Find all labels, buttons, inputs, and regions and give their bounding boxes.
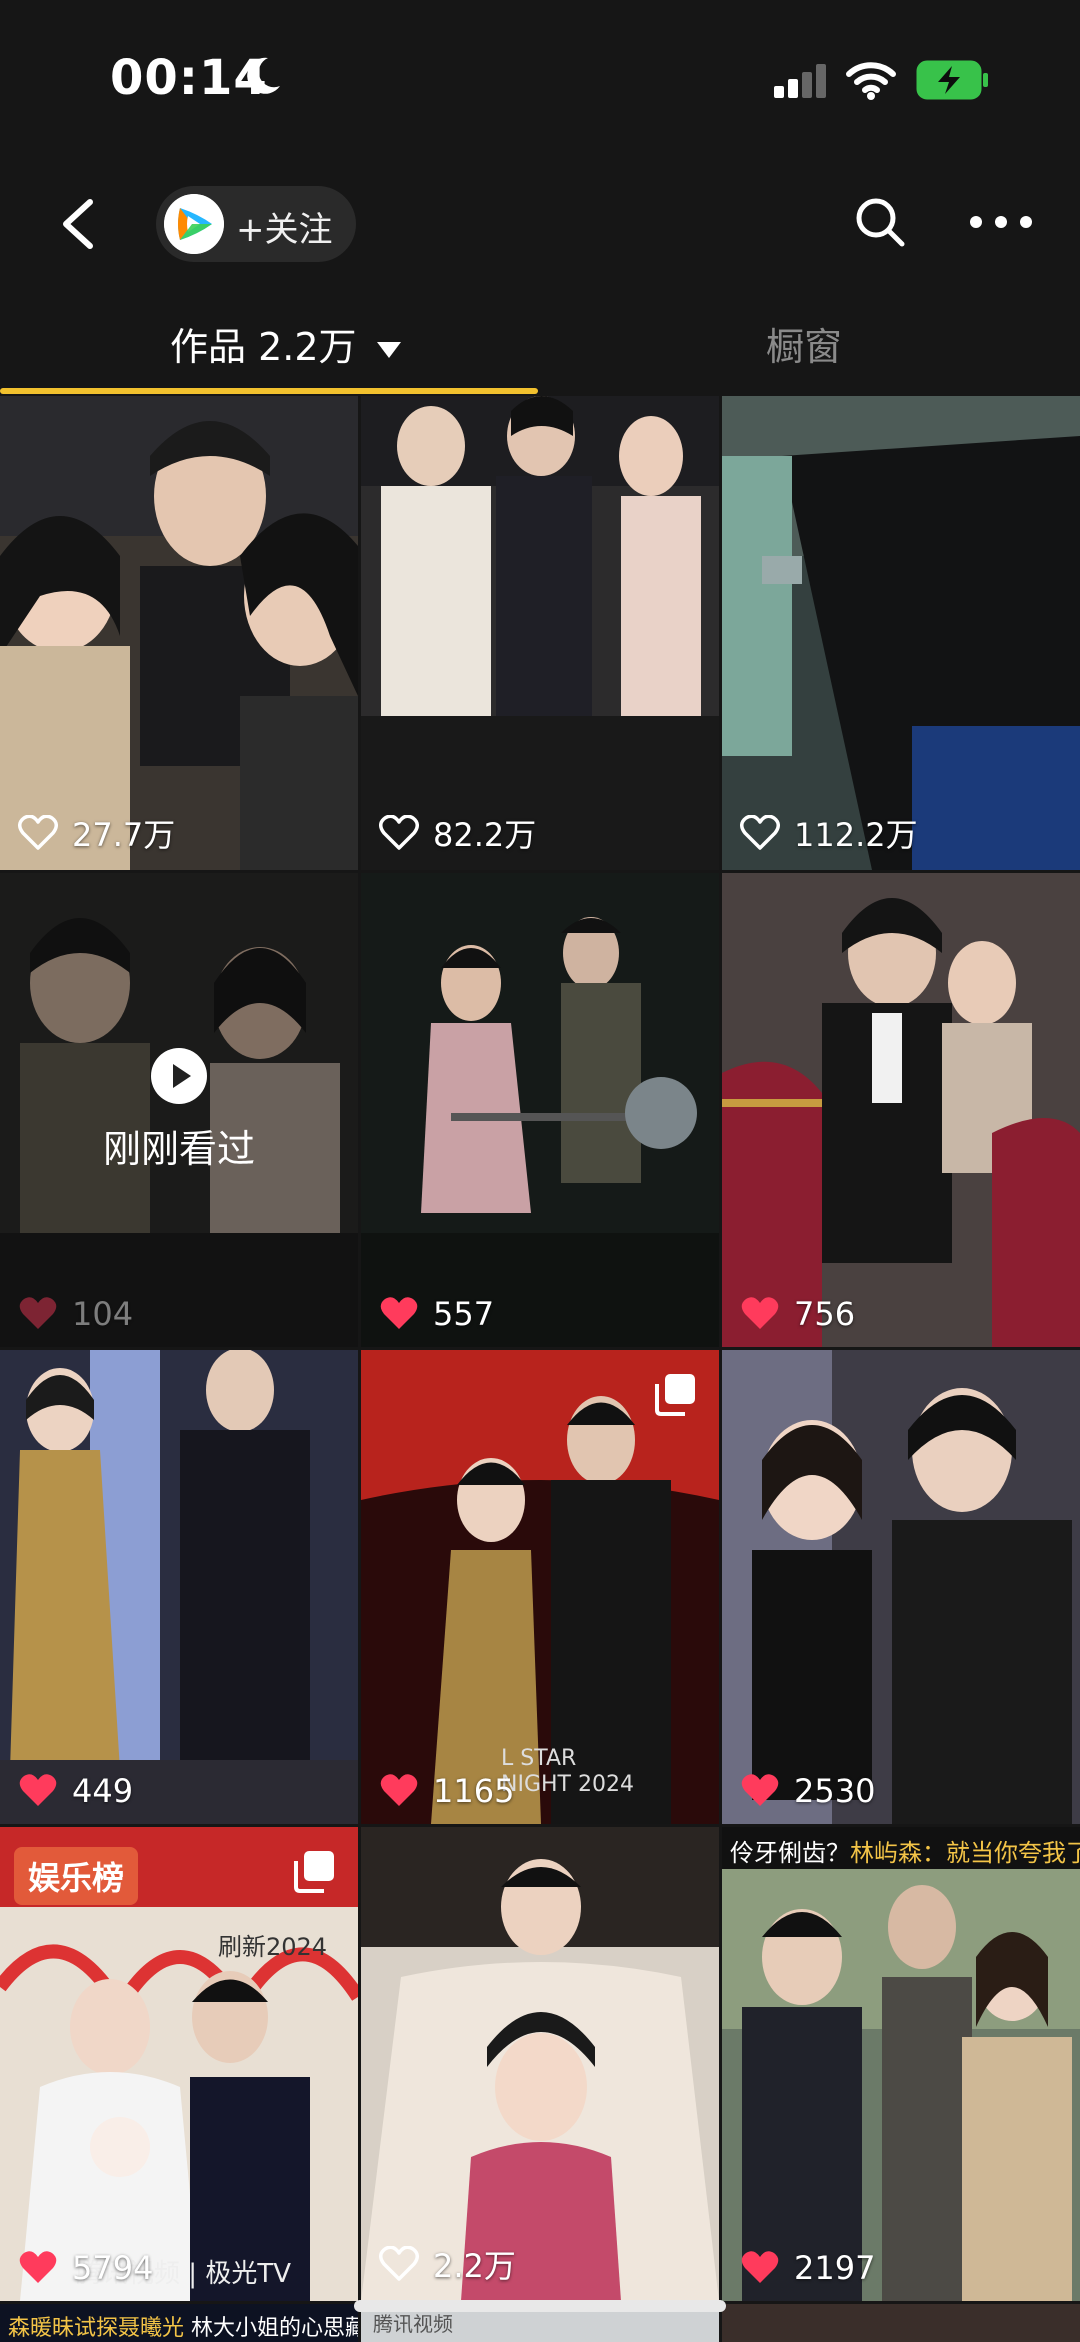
video-thumbnail-image: [722, 1350, 1080, 1824]
video-thumbnail[interactable]: [722, 2304, 1080, 2342]
video-thumbnail-image: [722, 2304, 1080, 2342]
like-count-text: 1165: [433, 1772, 515, 1810]
recently-watched-label: 刚刚看过: [102, 1127, 255, 1171]
like-count: 82.2万: [379, 810, 536, 856]
tab-shop-window[interactable]: 橱窗: [766, 316, 842, 371]
recently-watched-overlay: 刚刚看过: [0, 1048, 358, 1173]
heart-outline-icon: [379, 815, 419, 850]
like-count-text: 104: [72, 1295, 134, 1333]
heart-filled-icon: [380, 1297, 418, 1329]
like-count: 1165: [379, 1772, 514, 1810]
entertainment-chart-badge: 娱乐榜: [14, 1847, 139, 1905]
like-count: 27.7万: [18, 810, 175, 856]
video-thumbnail[interactable]: 刚刚看过 104: [0, 873, 358, 1347]
video-thumbnail-image: [361, 396, 719, 870]
dropdown-caret-icon[interactable]: [376, 341, 401, 358]
like-count-text: 5794: [72, 2249, 154, 2287]
video-title-banner: 伶牙俐齿？林屿森：就当你夸我了~: [722, 1827, 1080, 1869]
like-count: 112.2万: [740, 810, 918, 856]
video-thumbnail[interactable]: 557: [361, 873, 719, 1347]
like-count: 557: [379, 1295, 494, 1333]
like-count-text: 2197: [794, 2249, 876, 2287]
like-count-text: 112.2万: [794, 816, 918, 854]
like-count-text: 2530: [794, 1772, 876, 1810]
heart-outline-icon: [18, 815, 58, 850]
heart-filled-icon: [19, 2251, 57, 2283]
back-arrow-icon[interactable]: [52, 192, 112, 256]
video-thumbnail[interactable]: 112.2万: [722, 396, 1080, 870]
video-caption-overlay: 刷新2024: [218, 1933, 328, 1961]
multi-image-icon: [294, 1851, 334, 1893]
heart-filled-icon: [19, 1297, 57, 1329]
video-title-banner: 森暖昧试探聂曦光 林大小姐的心思藏不: [0, 2304, 358, 2342]
like-count: 104: [18, 1295, 133, 1333]
video-thumbnail[interactable]: 449: [0, 1350, 358, 1824]
tab-works-label: 作品 2.2万: [170, 325, 357, 369]
video-thumbnail-image: [722, 873, 1080, 1347]
like-count: 2.2万: [379, 2241, 516, 2287]
cellular-signal-icon: [774, 64, 826, 98]
like-count: 449: [18, 1772, 133, 1810]
video-thumbnail-image: [722, 1827, 1080, 2301]
heart-filled-icon: [741, 1297, 779, 1329]
multi-image-icon: [655, 1374, 695, 1416]
video-thumbnail[interactable]: 娱乐榜 刷新2024 腾讯视频 | 极光TV 5794: [0, 1827, 358, 2301]
heart-outline-icon: [379, 2246, 419, 2281]
video-thumbnail[interactable]: 756: [722, 873, 1080, 1347]
like-count-text: 756: [794, 1295, 856, 1333]
play-icon[interactable]: [151, 1048, 207, 1104]
search-icon[interactable]: [850, 192, 910, 252]
like-count-text: 82.2万: [433, 816, 537, 854]
video-thumbnail[interactable]: 2.2万: [361, 1827, 719, 2301]
heart-filled-icon: [380, 1774, 418, 1806]
video-thumbnail-image: [361, 873, 719, 1347]
status-bar: 00:14: [0, 0, 1080, 160]
video-thumbnail-image: [0, 1350, 358, 1824]
video-thumbnail[interactable]: 伶牙俐齿？林屿森：就当你夸我了~ 2197: [722, 1827, 1080, 2301]
video-thumbnail-image: [0, 396, 358, 870]
like-count-text: 2.2万: [433, 2247, 516, 2285]
video-thumbnail-image: [722, 396, 1080, 870]
like-count-text: 27.7万: [72, 816, 176, 854]
heart-filled-icon: [19, 1774, 57, 1806]
active-tab-indicator: [0, 388, 538, 394]
more-options-icon[interactable]: [966, 192, 1036, 252]
like-count: 5794: [18, 2249, 153, 2287]
video-thumbnail[interactable]: L STAR NIGHT 2024 1165: [361, 1350, 719, 1824]
battery-charging-icon: [916, 60, 988, 100]
video-caption-overlay: 腾讯视频: [373, 2312, 453, 2336]
profile-tabs: 作品 2.2万 橱窗: [0, 300, 1080, 396]
heart-filled-icon: [741, 1774, 779, 1806]
video-caption-overlay: L STAR NIGHT 2024: [501, 1746, 634, 1797]
like-count-text: 449: [72, 1772, 134, 1810]
like-count-text: 557: [433, 1295, 495, 1333]
heart-outline-icon: [740, 815, 780, 850]
heart-filled-icon: [741, 2251, 779, 2283]
follow-button[interactable]: +关注: [156, 186, 356, 262]
like-count: 2530: [740, 1772, 875, 1810]
follow-label: +关注: [236, 210, 333, 250]
video-thumbnail[interactable]: 82.2万: [361, 396, 719, 870]
like-count: 756: [740, 1295, 855, 1333]
wifi-icon: [846, 62, 896, 100]
top-nav-bar: +关注: [0, 170, 1080, 280]
video-thumbnail[interactable]: 27.7万: [0, 396, 358, 870]
video-thumbnail-image: [361, 1827, 719, 2301]
tencent-video-logo-icon: [164, 194, 224, 254]
like-count: 2197: [740, 2249, 875, 2287]
video-thumbnail[interactable]: 2530: [722, 1350, 1080, 1824]
moon-icon: [247, 57, 280, 94]
home-indicator[interactable]: [354, 2300, 726, 2312]
video-thumbnail[interactable]: 森暖昧试探聂曦光 林大小姐的心思藏不: [0, 2304, 358, 2342]
video-grid: 27.7万 82.2万 112.2万 刚刚看过 104 557 756 449 …: [0, 396, 1080, 2342]
tab-works[interactable]: 作品 2.2万: [170, 316, 401, 371]
